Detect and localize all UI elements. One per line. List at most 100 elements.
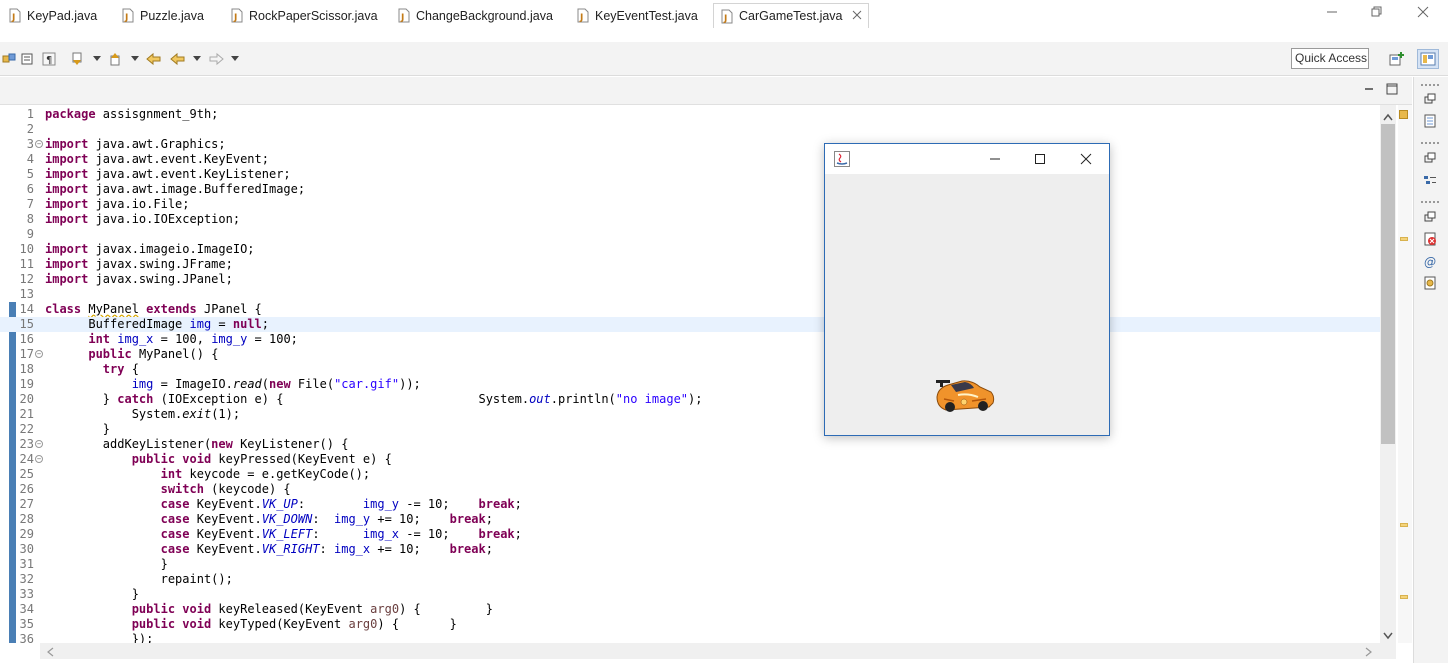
trim-handle[interactable] [1421, 84, 1439, 87]
tab-label: ChangeBackground.java [416, 8, 553, 23]
chevron-down-icon[interactable] [231, 56, 239, 61]
back-icon[interactable] [169, 50, 187, 68]
java-frame-titlebar[interactable] [825, 144, 1109, 174]
java-file-icon: J [576, 8, 590, 23]
code-line: 3− import java.awt.Graphics; [26, 137, 226, 151]
show-whitespace-icon[interactable]: ¶ [40, 50, 58, 68]
warning-marker[interactable] [1400, 237, 1408, 241]
java-file-icon: J [397, 8, 411, 23]
trim-handle[interactable] [1421, 201, 1439, 204]
code-line: 9 [26, 227, 34, 241]
code-line: 21 System.exit(1); [19, 407, 241, 421]
code-line: 27 case KeyEvent.VK_UP: img_y -= 10; bre… [19, 497, 522, 511]
tab-label: KeyEventTest.java [595, 8, 698, 23]
horizontal-scrollbar[interactable] [40, 643, 1396, 659]
declaration-icon[interactable] [1421, 274, 1439, 292]
svg-text:J: J [400, 13, 404, 23]
warning-marker[interactable] [1400, 595, 1408, 599]
quick-access-field[interactable]: Quick Access [1291, 48, 1369, 69]
java-perspective-icon[interactable] [1417, 49, 1439, 69]
code-line: 26 switch (keycode) { [19, 482, 291, 496]
forward-icon[interactable] [207, 50, 225, 68]
java-file-icon: J [230, 8, 244, 23]
minimize-editor-icon[interactable] [1362, 82, 1376, 96]
fold-icon[interactable]: − [35, 455, 43, 463]
svg-text:J: J [11, 13, 15, 23]
trim-handle[interactable] [1421, 142, 1439, 145]
minimize-icon[interactable] [1309, 0, 1355, 24]
code-line: 25 int keycode = e.getKeyCode(); [19, 467, 371, 481]
code-line: 22 } [19, 422, 111, 436]
code-line: 11 import javax.swing.JFrame; [19, 257, 233, 271]
svg-text:J: J [124, 13, 128, 23]
tab-label: CarGameTest.java [739, 9, 843, 23]
code-line: 4 import java.awt.event.KeyEvent; [26, 152, 269, 166]
chevron-down-icon[interactable] [193, 56, 201, 61]
code-editor[interactable]: 1 package assisgnment_9th; 2 3− import jav… [0, 105, 1398, 643]
close-tab-icon[interactable] [852, 10, 862, 23]
javadoc-icon[interactable]: @ [1421, 252, 1439, 270]
previous-annotation-icon[interactable] [106, 50, 124, 68]
scroll-right-icon[interactable] [1365, 646, 1373, 660]
tab-keypad[interactable]: J KeyPad.java [8, 3, 97, 28]
code-line: 31 } [19, 557, 168, 571]
svg-text:J: J [233, 13, 237, 23]
outline-icon[interactable] [1421, 172, 1439, 190]
tab-label: Puzzle.java [140, 8, 204, 23]
last-edit-location-icon[interactable] [145, 50, 163, 68]
svg-text:J: J [723, 14, 727, 24]
code-line: 14 class MyPanel extends JPanel { [19, 302, 262, 316]
link-icon[interactable] [0, 50, 18, 68]
chevron-down-icon[interactable] [93, 56, 101, 61]
warning-summary-icon[interactable] [1399, 110, 1408, 119]
code-line: 7 import java.io.File; [26, 197, 190, 211]
maximize-icon[interactable] [1030, 150, 1050, 168]
tab-puzzle[interactable]: J Puzzle.java [121, 3, 204, 28]
chevron-down-icon[interactable] [131, 56, 139, 61]
svg-text:J: J [579, 13, 583, 23]
restore-view-icon[interactable] [1421, 208, 1439, 226]
fold-icon[interactable]: − [35, 440, 43, 448]
code-line: 30 case KeyEvent.VK_RIGHT: img_x += 10; … [19, 542, 493, 556]
vertical-scroll-thumb[interactable] [1381, 124, 1395, 444]
code-line-current: 15 BufferedImage img = null; [0, 317, 1380, 332]
tab-cargametest[interactable]: J CarGameTest.java [713, 3, 869, 28]
overview-ruler[interactable] [1398, 105, 1412, 643]
code-line: 10 import javax.imageio.ImageIO; [19, 242, 255, 256]
tab-rockpaperscissor[interactable]: J RockPaperScissor.java [230, 3, 378, 28]
code-line: 19 img = ImageIO.read(new File("car.gif"… [19, 377, 421, 391]
scroll-up-icon[interactable] [1383, 110, 1393, 124]
code-line: 29 case KeyEvent.VK_LEFT: img_x -= 10; b… [19, 527, 522, 541]
task-list-icon[interactable] [1421, 112, 1439, 130]
code-line: 6 import java.awt.image.BufferedImage; [26, 182, 306, 196]
scroll-left-icon[interactable] [46, 646, 54, 660]
block-selection-icon[interactable] [18, 50, 36, 68]
close-icon[interactable] [1076, 150, 1096, 168]
warning-marker[interactable] [1400, 523, 1408, 527]
scroll-down-icon[interactable] [1383, 629, 1393, 643]
restore-icon[interactable] [1354, 0, 1400, 24]
java-frame-window[interactable] [824, 143, 1110, 436]
problems-icon[interactable] [1421, 230, 1439, 248]
tab-label: KeyPad.java [27, 8, 98, 23]
maximize-editor-icon[interactable] [1385, 82, 1399, 96]
svg-text:@: @ [1424, 255, 1436, 268]
code-line: 16 int img_x = 100, img_y = 100; [19, 332, 298, 346]
restore-view-icon[interactable] [1421, 90, 1439, 108]
code-line: 20 } catch (IOException e) { System.out.… [19, 392, 703, 406]
next-annotation-icon[interactable] [68, 50, 86, 68]
close-icon[interactable] [1400, 0, 1446, 24]
tab-changebackground[interactable]: J ChangeBackground.java [397, 3, 553, 28]
open-perspective-icon[interactable] [1386, 49, 1408, 69]
code-line: 28 case KeyEvent.VK_DOWN: img_y += 10; b… [19, 512, 493, 526]
tab-keyeventtest[interactable]: J KeyEventTest.java [576, 3, 698, 28]
restore-view-icon[interactable] [1421, 149, 1439, 167]
java-file-icon: J [720, 9, 734, 24]
fold-icon[interactable]: − [35, 140, 43, 148]
code-line: 17− public MyPanel() { [19, 347, 219, 361]
fold-icon[interactable]: − [35, 350, 43, 358]
minimize-icon[interactable] [985, 150, 1005, 168]
code-line: 18 try { [19, 362, 139, 376]
code-line: 5 import java.awt.event.KeyListener; [26, 167, 291, 181]
code-line: 2 [26, 122, 34, 136]
